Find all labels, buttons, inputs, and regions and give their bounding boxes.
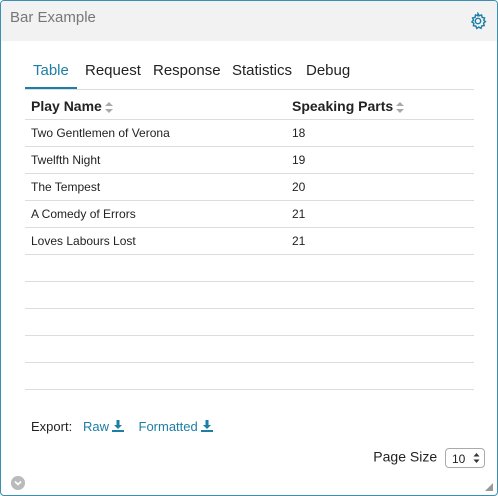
export-label: Export: [31,419,73,434]
tab-request[interactable]: Request [85,61,141,88]
table-cell: Two Gentlemen of Verona [25,119,286,147]
column-header-label: Play Name [31,98,102,114]
table-cell: 21 [286,227,474,255]
sort-icon[interactable] [104,101,113,113]
resize-grip-icon[interactable] [485,483,493,491]
download-icon [200,420,213,432]
table-header-row: Play Name Speaking Parts [25,93,474,120]
export-formatted-label: Formatted [138,419,198,434]
select-arrows-icon [473,453,480,463]
table-row: The Tempest 20 [25,173,474,201]
tab-debug[interactable]: Debug [306,61,350,88]
panel-header: Bar Example [1,1,497,41]
empty-row [25,308,474,336]
table-row: Two Gentlemen of Verona 18 [25,119,474,147]
table-cell: 20 [286,173,474,201]
tab-statistics[interactable]: Statistics [232,61,292,88]
table-cell: Loves Labours Lost [25,227,286,255]
page-size-value: 10 [452,452,466,466]
empty-row [25,335,474,363]
chevron-down-icon[interactable] [11,476,25,490]
export-formatted-link[interactable]: Formatted [139,419,213,434]
export-raw-label: Raw [83,419,110,434]
table-cell: 21 [286,200,474,228]
page-size-label: Page Size [373,448,438,465]
table-cell: A Comedy of Errors [25,200,286,228]
table-row: Loves Labours Lost 21 [25,227,474,255]
results-table: Play Name Speaking Parts Two Gentlemen o… [25,93,474,390]
table-row: Twelfth Night 19 [25,146,474,174]
table-row: A Comedy of Errors 21 [25,200,474,228]
tab-bar: Table Request Response Statistics Debug [25,61,474,90]
gear-icon[interactable] [469,12,487,30]
download-icon [112,420,125,432]
column-header-speaking-parts[interactable]: Speaking Parts [286,93,474,120]
tab-response[interactable]: Response [153,61,221,88]
table-cell: The Tempest [25,173,286,201]
tab-table[interactable]: Table [25,61,77,89]
empty-row [25,362,474,390]
table-cell: 18 [286,119,474,147]
table-cell: 19 [286,146,474,174]
panel-title: Bar Example [10,9,96,26]
page-size-select[interactable]: 10 [445,448,485,468]
page-size-control: Page Size 10 [373,448,485,468]
export-bar: Export: Raw Formatted [31,419,213,434]
column-header-play-name[interactable]: Play Name [25,93,286,120]
empty-row [25,281,474,309]
table-cell: Twelfth Night [25,146,286,174]
empty-row [25,254,474,282]
chart-panel: Bar Example Table Request Response Stati… [0,0,498,496]
sort-icon[interactable] [396,101,405,113]
column-header-label: Speaking Parts [292,98,394,114]
export-raw-link[interactable]: Raw [83,419,125,434]
